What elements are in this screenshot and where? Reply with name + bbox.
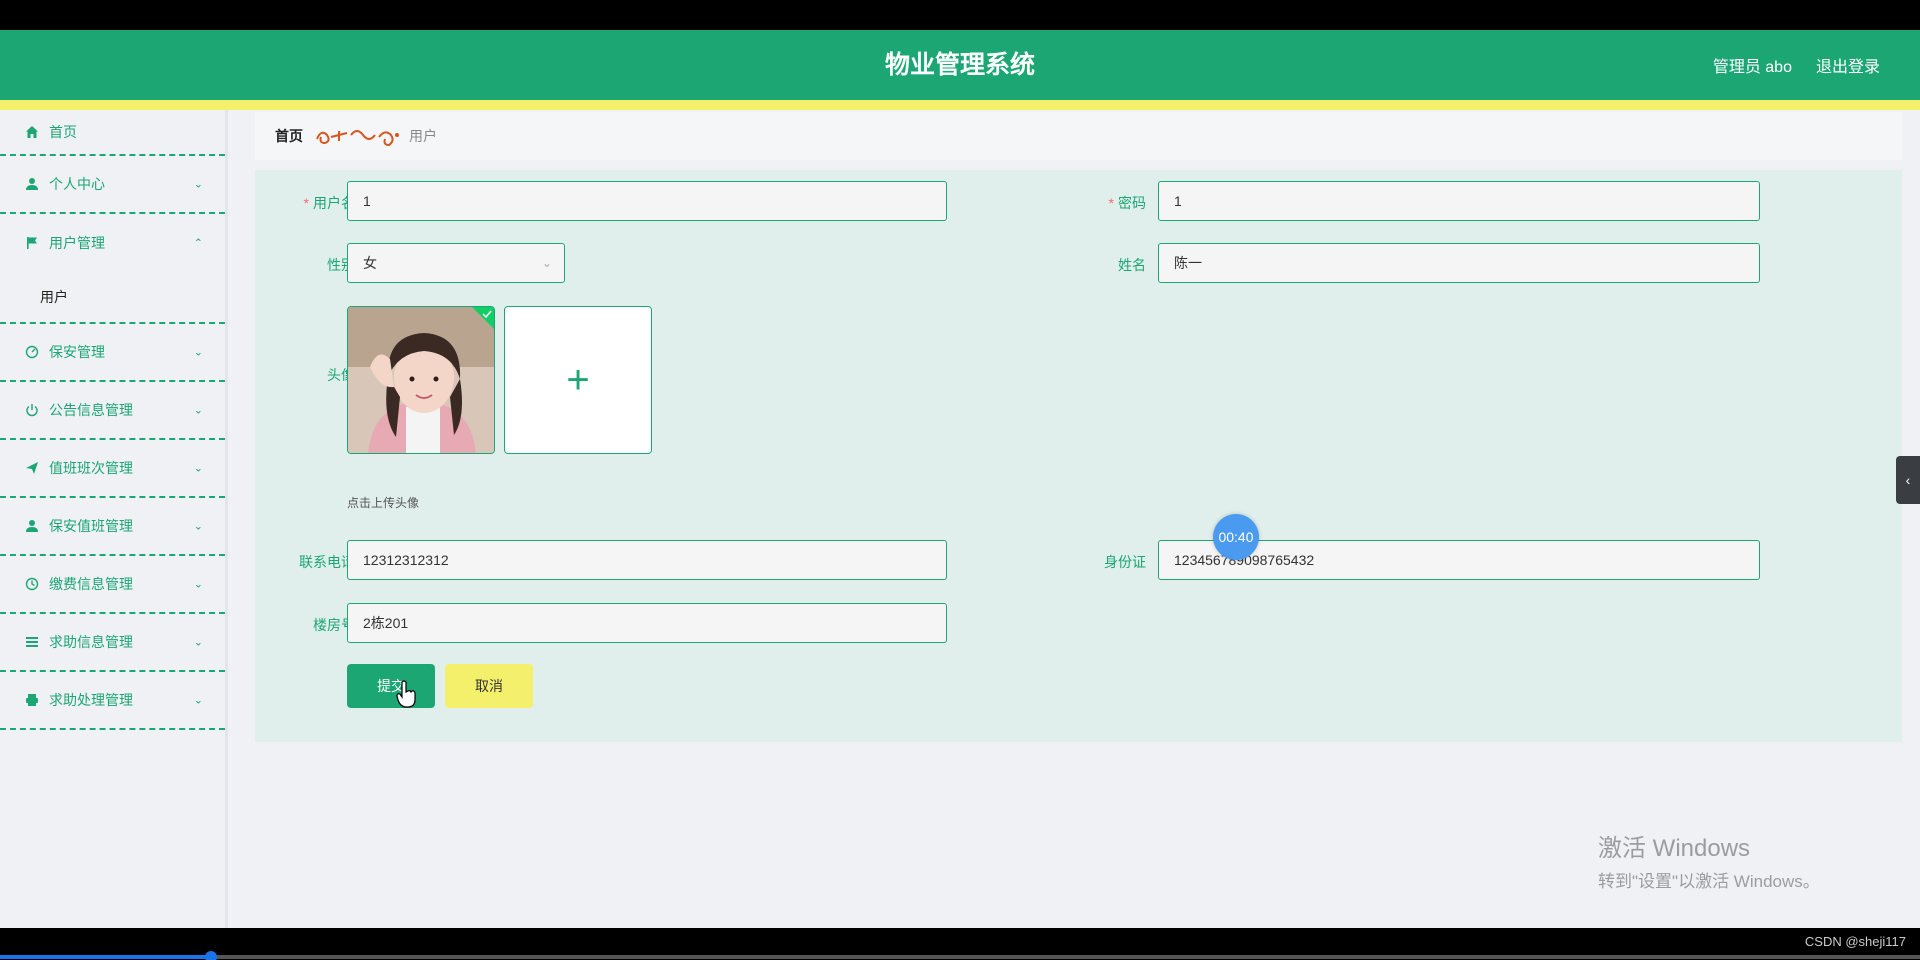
- sidebar-item-label: 求助信息管理: [49, 634, 133, 650]
- watermark-line2: 转到"设置"以激活 Windows。: [1598, 872, 1820, 891]
- sidebar-item-announcement[interactable]: 公告信息管理 ⌄: [0, 382, 225, 440]
- sidebar-item-security[interactable]: 保安管理 ⌄: [0, 324, 225, 382]
- sidebar-item-help-handling[interactable]: 求助处理管理 ⌄: [0, 672, 225, 730]
- ornament-separator-icon: [316, 130, 399, 147]
- sidebar-item-label: 值班班次管理: [49, 460, 133, 476]
- send-icon: [24, 460, 40, 476]
- gauge-icon: [24, 344, 40, 360]
- sidebar-item-label: 求助处理管理: [49, 692, 133, 708]
- avatar-upload-tip: 点击上传头像: [347, 496, 420, 510]
- avatar-image: [348, 307, 494, 453]
- video-progress-handle[interactable]: [205, 951, 218, 960]
- hand-cursor-icon: [396, 680, 416, 708]
- avatar-upload-button[interactable]: +: [504, 306, 652, 454]
- room-label: 楼房号: [313, 617, 355, 633]
- app-header: 物业管理系统 管理员 abo 退出登录: [0, 30, 1920, 100]
- chevron-down-icon: ⌄: [193, 578, 203, 591]
- cancel-button[interactable]: 取消: [445, 664, 533, 708]
- chevron-down-icon: ⌄: [193, 404, 203, 417]
- sidebar-item-label: 首页: [49, 124, 77, 140]
- current-user: 管理员 abo: [1712, 59, 1792, 76]
- sidebar: 首页 个人中心 ⌄ 用户管理 ⌃ 用户 保安管理 ⌄ 公告信息管理 ⌄ 值班班次…: [0, 110, 228, 928]
- video-player-bar: CSDN @sheji117: [0, 928, 1920, 960]
- panel-collapse-toggle[interactable]: ‹: [1896, 456, 1920, 504]
- gender-label: 性别: [327, 257, 355, 273]
- sidebar-item-label: 保安管理: [49, 344, 105, 360]
- password-input[interactable]: 1: [1158, 181, 1760, 221]
- phone-label: 联系电话: [299, 554, 355, 570]
- app-title: 物业管理系统: [884, 51, 1035, 79]
- plus-icon: +: [566, 357, 590, 402]
- sidebar-item-label: 公告信息管理: [49, 402, 133, 418]
- list-icon: [24, 634, 40, 650]
- uploaded-check-icon: [472, 307, 494, 329]
- chevron-down-icon: ⌄: [193, 694, 203, 707]
- sidebar-item-label: 个人中心: [49, 176, 105, 192]
- breadcrumb-home[interactable]: 首页: [275, 126, 303, 146]
- chevron-down-icon: ⌄: [193, 346, 203, 359]
- username-input[interactable]: 1: [347, 181, 947, 221]
- clock-icon: [24, 576, 40, 592]
- video-progress-fill: [0, 955, 212, 959]
- header-accent-strip: [0, 100, 1920, 110]
- gender-selected-value: 女: [363, 255, 377, 271]
- sidebar-item-help-info[interactable]: 求助信息管理 ⌄: [0, 614, 225, 672]
- sidebar-item-home[interactable]: 首页: [0, 110, 225, 156]
- sidebar-subitem-user[interactable]: 用户: [0, 272, 225, 324]
- chevron-left-icon: ‹: [1905, 472, 1911, 488]
- power-icon: [24, 402, 40, 418]
- breadcrumb-current: 用户: [409, 128, 437, 144]
- printer-icon: [24, 692, 40, 708]
- chevron-up-icon: ⌃: [193, 237, 203, 250]
- room-number-input[interactable]: 2栋201: [347, 603, 947, 643]
- chevron-down-icon: ⌄: [193, 178, 203, 191]
- recording-timer: 00:40: [1213, 514, 1259, 560]
- sidebar-item-label: 保安值班管理: [49, 518, 133, 534]
- chevron-down-icon: ⌄: [193, 636, 203, 649]
- sidebar-item-payment[interactable]: 缴费信息管理 ⌄: [0, 556, 225, 614]
- submit-button[interactable]: 提交: [347, 664, 435, 708]
- sidebar-item-label: 用户管理: [49, 235, 105, 251]
- avatar-label: 头像: [327, 367, 355, 383]
- user-form: * 用户名 1 * 密码 1 性别 女 ⌄ 姓名 陈一 头像 + 点击上传头像 …: [255, 170, 1902, 742]
- sidebar-item-personal-center[interactable]: 个人中心 ⌄: [0, 156, 225, 214]
- windows-activation-watermark: 激活 Windows 转到"设置"以激活 Windows。: [1598, 828, 1820, 892]
- user-icon: [24, 176, 40, 192]
- chevron-down-icon: ⌄: [541, 256, 552, 270]
- person-icon: [24, 518, 40, 534]
- sidebar-item-label: 缴费信息管理: [49, 576, 133, 592]
- chevron-down-icon: ⌄: [193, 462, 203, 475]
- sidebar-item-guard-duty[interactable]: 保安值班管理 ⌄: [0, 498, 225, 556]
- sidebar-item-user-management[interactable]: 用户管理 ⌃: [0, 214, 225, 272]
- csdn-credit: CSDN @sheji117: [1804, 934, 1906, 949]
- password-label: * 密码: [1108, 195, 1146, 211]
- idcard-label: 身份证: [1104, 554, 1146, 570]
- main-area: 首页 个人中心 ⌄ 用户管理 ⌃ 用户 保安管理 ⌄ 公告信息管理 ⌄ 值班班次…: [0, 110, 1920, 928]
- gender-select[interactable]: 女 ⌄: [347, 243, 565, 283]
- home-icon: [24, 124, 40, 140]
- avatar-thumbnail[interactable]: [347, 306, 495, 454]
- sidebar-item-duty-shift[interactable]: 值班班次管理 ⌄: [0, 440, 225, 498]
- logout-link[interactable]: 退出登录: [1816, 53, 1880, 77]
- chevron-down-icon: ⌄: [193, 520, 203, 533]
- watermark-line1: 激活 Windows: [1598, 835, 1751, 862]
- video-progress-track[interactable]: [0, 951, 1920, 960]
- flag-icon: [24, 235, 40, 251]
- phone-input[interactable]: 12312312312: [347, 540, 947, 580]
- name-label: 姓名: [1118, 257, 1146, 273]
- username-label: * 用户名: [303, 195, 355, 211]
- name-input[interactable]: 陈一: [1158, 243, 1760, 283]
- screen-top-bar: [0, 0, 1920, 30]
- breadcrumb: 首页 用户: [255, 112, 1902, 160]
